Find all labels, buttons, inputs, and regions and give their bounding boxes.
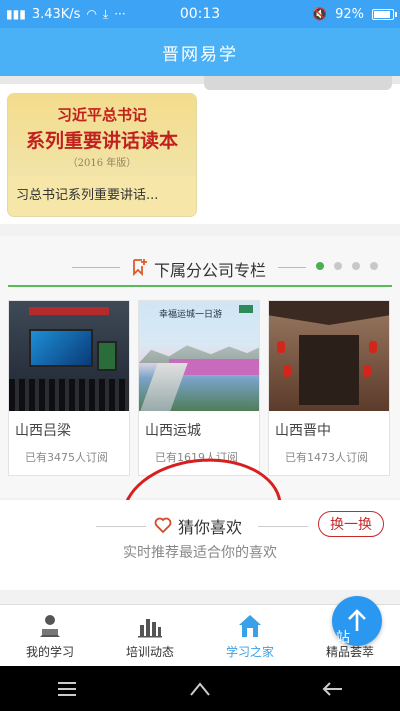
home-icon — [239, 615, 261, 637]
back-button[interactable] — [313, 674, 353, 704]
tab-label: 培训动态 — [125, 645, 174, 659]
carousel-dot[interactable] — [334, 262, 342, 270]
tab-label: 学习之家 — [225, 645, 274, 659]
download-icon: ⤓ — [102, 7, 109, 21]
photo-caption: 幸福运城一日游 — [159, 310, 223, 320]
cover-line3: （2016 年版） — [67, 158, 137, 169]
recommend-subtitle: 实时推荐最适合你的喜欢 — [123, 545, 277, 561]
book-cover-image: 习近平总书记 系列重要讲话读本 （2016 年版） — [8, 94, 196, 176]
carousel-dot[interactable] — [352, 262, 360, 270]
recommend-section: 猜你喜欢 换一换 实时推荐最适合你的喜欢 — [0, 500, 400, 590]
system-nav-bar — [0, 666, 400, 711]
system-home-icon — [190, 681, 210, 696]
subsidiary-title: 下属分公司专栏 — [154, 261, 267, 280]
cover-line1: 习近平总书记 — [56, 106, 147, 124]
home-button[interactable] — [180, 674, 220, 704]
subscriber-count: 已有1473人订阅 — [285, 451, 368, 464]
featured-section: 习近平总书记 系列重要讲话读本 （2016 年版） 习总书记系列重要讲话... — [0, 76, 400, 224]
watermark-badge: 站 — [336, 630, 350, 646]
page-title: 晋网易学 — [162, 44, 238, 65]
book-title: 习总书记系列重要讲话... — [16, 188, 159, 203]
back-icon — [322, 681, 343, 696]
card-jinzhong[interactable]: 山西晋中 已有1473人订阅 — [268, 300, 390, 476]
carousel-dot[interactable] — [316, 262, 324, 270]
battery-percent: 92% — [335, 6, 364, 22]
more-icon: ··· — [114, 7, 126, 21]
card-stub[interactable] — [204, 76, 392, 90]
logo-icon — [239, 305, 253, 313]
reader-icon — [40, 615, 60, 637]
subsidiary-cards: 山西吕梁 已有3475人订阅 幸福运城一日游 山西运城 已有1619人订阅 山西… — [8, 300, 392, 476]
status-bar: ▮▮▮ 3.43K/s ◠ ⤓ ··· 00:13 🔇 92% — [0, 0, 400, 28]
signal-icon: ▮▮▮ — [6, 7, 26, 21]
subsidiary-header: 下属分公司专栏 — [0, 236, 400, 291]
card-lvliang[interactable]: 山西吕梁 已有3475人订阅 — [8, 300, 130, 476]
carousel-dot[interactable] — [370, 262, 378, 270]
app-header: 晋网易学 — [0, 28, 400, 76]
refresh-button[interactable]: 换一换 — [318, 511, 384, 537]
tab-study-home[interactable]: 学习之家 — [200, 605, 300, 666]
card-name: 山西吕梁 — [15, 423, 71, 439]
bar-chart-icon — [138, 619, 162, 638]
card-name: 山西运城 — [145, 423, 201, 439]
cover-line2: 系列重要讲话读本 — [25, 130, 178, 152]
tab-my-study[interactable]: 我的学习 — [0, 605, 100, 666]
menu-icon — [57, 681, 76, 696]
bookmark-plus-icon — [133, 259, 147, 276]
lvliang-photo — [9, 301, 129, 411]
subscriber-count: 已有1619人订阅 — [155, 451, 238, 464]
jinzhong-photo — [269, 301, 389, 411]
card-name: 山西晋中 — [275, 423, 331, 439]
menu-button[interactable] — [47, 674, 87, 704]
tab-training-news[interactable]: 培训动态 — [100, 605, 200, 666]
main-scroll[interactable]: 习近平总书记 系列重要讲话读本 （2016 年版） 习总书记系列重要讲话... … — [0, 76, 400, 604]
card-yuncheng[interactable]: 幸福运城一日游 山西运城 已有1619人订阅 — [138, 300, 260, 476]
network-speed: 3.43K/s — [31, 6, 81, 22]
mute-icon: 🔇 — [312, 7, 328, 21]
wifi-icon: ◠ — [86, 7, 97, 21]
tab-label: 我的学习 — [25, 645, 74, 659]
featured-book-card[interactable]: 习近平总书记 系列重要讲话读本 （2016 年版） 习总书记系列重要讲话... — [8, 94, 196, 216]
battery-icon — [372, 8, 397, 20]
recommend-title: 猜你喜欢 — [178, 518, 243, 537]
heart-icon — [154, 517, 172, 534]
yuncheng-photo: 幸福运城一日游 — [139, 301, 259, 411]
subsidiary-section: 下属分公司专栏 山西吕梁 已有3475人订阅 幸福运城一日游 山西运城 已有16… — [0, 236, 400, 498]
subscriber-count: 已有3475人订阅 — [25, 451, 108, 464]
carousel-dots[interactable] — [316, 262, 378, 270]
